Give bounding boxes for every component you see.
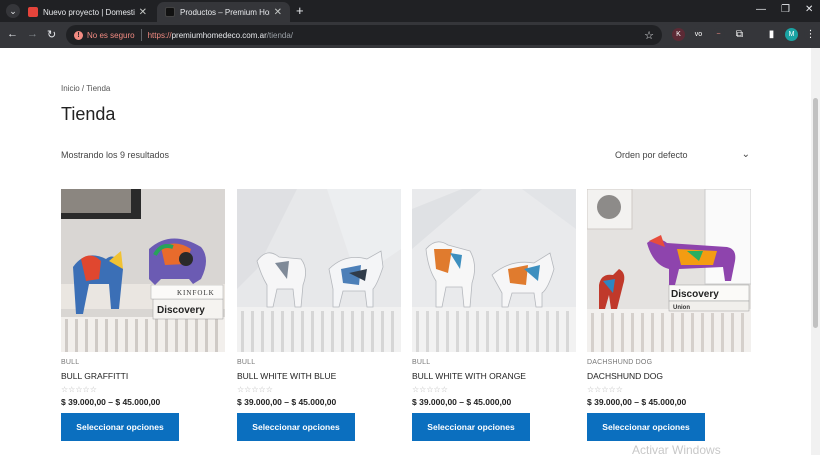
star-rating-icon: ☆☆☆☆☆ [587, 385, 623, 394]
bookmark-star-icon[interactable]: ☆ [644, 29, 654, 42]
security-warning[interactable]: ! No es seguro [74, 30, 135, 40]
reload-icon[interactable]: ↻ [47, 28, 56, 41]
extension-k-icon[interactable]: K [672, 28, 685, 41]
url-host: premiumhomedeco.com.ar [171, 30, 267, 40]
menu-kebab-icon[interactable]: ⋮ [804, 28, 817, 41]
product-card: KINFOLK Discovery BULL BULL GRAFFITTI ☆☆… [61, 189, 225, 441]
tab-title: Nuevo proyecto | Domestika [43, 7, 135, 17]
extension-vo-icon[interactable]: vo [692, 28, 705, 41]
product-category[interactable]: BULL [412, 359, 576, 366]
page-title: Tienda [61, 104, 116, 124]
product-name[interactable]: DACHSHUND DOG [587, 371, 751, 381]
url-path: /tienda/ [266, 30, 294, 40]
product-price: $ 39.000,00 – $ 45.000,00 [412, 397, 512, 407]
star-rating-icon: ☆☆☆☆☆ [237, 385, 273, 394]
forward-icon[interactable]: → [27, 28, 38, 40]
product-category[interactable]: DACHSHUND DOG [587, 359, 751, 366]
tab-title: Productos – Premium Home De [180, 7, 270, 17]
book-spine-text: KINFOLK [177, 289, 215, 297]
side-panel-icon[interactable]: ▮ [765, 28, 778, 41]
product-name[interactable]: BULL WHITE WITH BLUE [237, 371, 401, 381]
product-card: BULL BULL WHITE WITH BLUE ☆☆☆☆☆ $ 39.000… [237, 189, 401, 441]
new-tab-button[interactable]: + [296, 3, 304, 18]
scrollbar-thumb[interactable] [813, 98, 818, 328]
product-card: Discovery Union DACHSHUND DOG DACHSHUND … [587, 189, 751, 441]
tab-search-icon[interactable]: ⌄ [6, 4, 20, 18]
select-options-button[interactable]: Seleccionar opciones [237, 413, 355, 441]
domestika-favicon-icon [28, 7, 38, 17]
sort-select[interactable]: Orden por defecto ⌄ [615, 149, 750, 160]
minimize-icon[interactable]: — [756, 4, 766, 15]
product-price: $ 39.000,00 – $ 45.000,00 [61, 397, 161, 407]
bull-white-blue-photo [237, 189, 401, 352]
select-options-button[interactable]: Seleccionar opciones [587, 413, 705, 441]
close-tab-icon[interactable]: ✕ [139, 7, 147, 18]
tab-premium-home-deco[interactable]: Productos – Premium Home De ✕ [157, 2, 290, 22]
select-options-button[interactable]: Seleccionar opciones [61, 413, 179, 441]
browser-tab-bar: ⌄ Nuevo proyecto | Domestika ✕ Productos… [0, 0, 820, 22]
book-spine-text: Discovery [157, 305, 205, 316]
product-name[interactable]: BULL GRAFFITTI [61, 371, 225, 381]
breadcrumb[interactable]: Inicio / Tienda [61, 84, 110, 93]
browser-toolbar: ← → ↻ ! No es seguro https:// premiumhom… [0, 22, 820, 48]
book-spine-text: Discovery [671, 289, 719, 300]
product-image[interactable] [237, 189, 401, 352]
select-options-button[interactable]: Seleccionar opciones [412, 413, 530, 441]
dachshund-dog-photo: Discovery Union [587, 189, 751, 352]
extension-wave-icon[interactable]: ~ [712, 28, 725, 41]
product-price: $ 39.000,00 – $ 45.000,00 [237, 397, 337, 407]
site-favicon-icon [165, 7, 175, 17]
product-image[interactable] [412, 189, 576, 352]
tab-domestika[interactable]: Nuevo proyecto | Domestika ✕ [20, 2, 155, 22]
product-image[interactable]: KINFOLK Discovery [61, 189, 225, 352]
result-count: Mostrando los 9 resultados [61, 150, 170, 160]
close-tab-icon[interactable]: ✕ [274, 7, 282, 18]
extensions-puzzle-icon[interactable]: ⧉ [733, 28, 746, 41]
bull-graffiti-photo: KINFOLK Discovery [61, 189, 225, 352]
profile-avatar[interactable]: M [785, 28, 798, 41]
back-icon[interactable]: ← [7, 28, 18, 40]
star-rating-icon: ☆☆☆☆☆ [61, 385, 97, 394]
bull-white-orange-photo [412, 189, 576, 352]
close-window-icon[interactable]: ✕ [805, 4, 813, 15]
book-spine-text: Union [673, 305, 690, 311]
product-price: $ 39.000,00 – $ 45.000,00 [587, 397, 687, 407]
star-rating-icon: ☆☆☆☆☆ [412, 385, 448, 394]
divider [140, 29, 142, 41]
security-label: No es seguro [87, 30, 135, 40]
address-bar[interactable]: ! No es seguro https:// premiumhomedeco.… [66, 25, 662, 45]
warning-icon: ! [74, 30, 83, 40]
sort-select-value: Orden por defecto [615, 150, 688, 160]
product-category[interactable]: BULL [61, 359, 225, 366]
restore-icon[interactable]: ❐ [781, 4, 790, 15]
url-scheme: https:// [147, 30, 172, 40]
page-scrollbar[interactable] [811, 48, 820, 455]
product-category[interactable]: BULL [237, 359, 401, 366]
product-image[interactable]: Discovery Union [587, 189, 751, 352]
product-card: BULL BULL WHITE WITH ORANGE ☆☆☆☆☆ $ 39.0… [412, 189, 576, 441]
product-name[interactable]: BULL WHITE WITH ORANGE [412, 371, 576, 381]
chevron-down-icon: ⌄ [741, 149, 750, 160]
